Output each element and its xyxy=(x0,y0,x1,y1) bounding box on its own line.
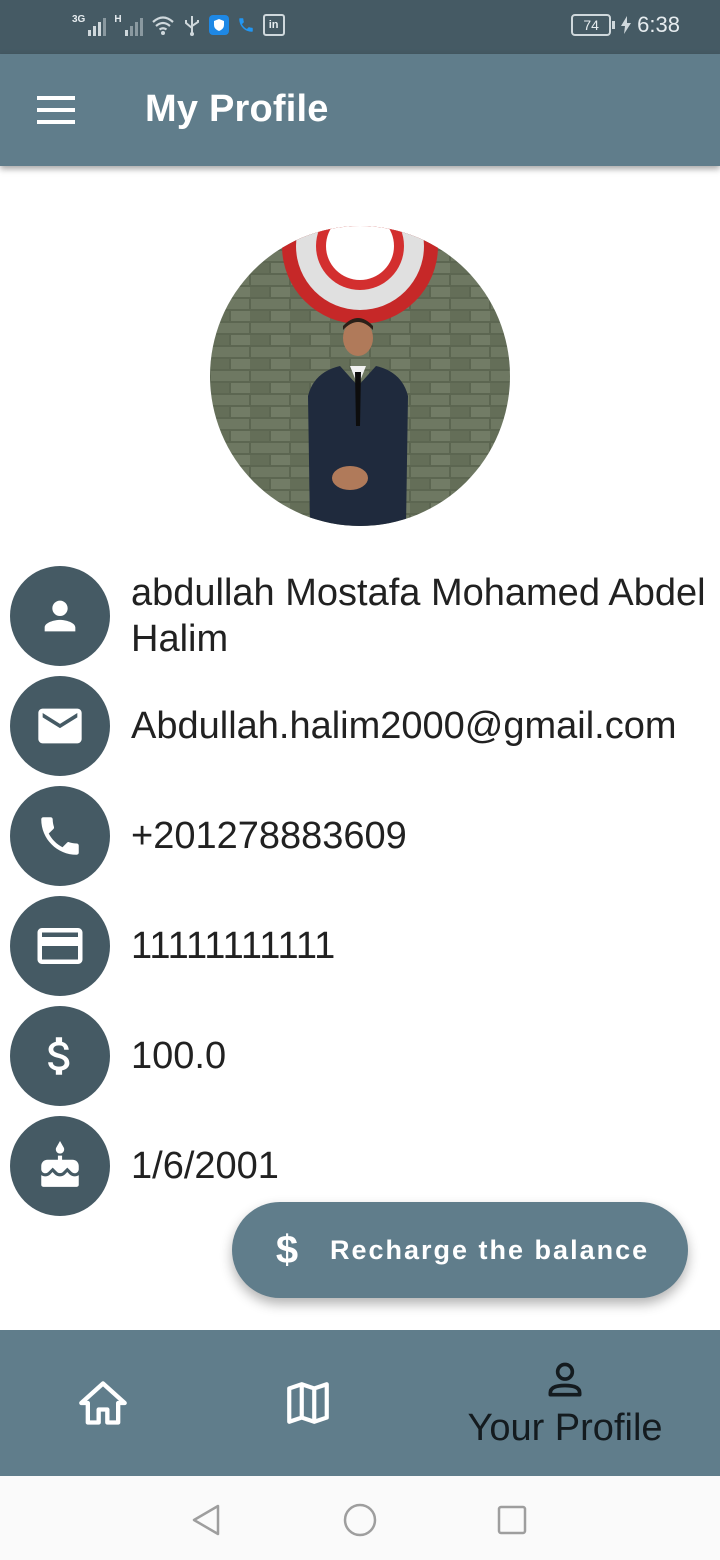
mail-icon xyxy=(38,708,82,744)
cake-icon xyxy=(41,1141,79,1187)
email-icon-circle xyxy=(10,676,110,776)
battery-level: 74 xyxy=(571,14,612,36)
info-row-birthday: 1/6/2001 xyxy=(10,1116,720,1216)
user-balance: 100.0 xyxy=(131,1035,227,1077)
user-email: Abdullah.halim2000@gmail.com xyxy=(131,705,677,747)
recharge-balance-label: Recharge the balance xyxy=(330,1234,650,1265)
balance-icon-circle xyxy=(10,1006,110,1106)
profile-avatar xyxy=(210,226,510,526)
person-icon xyxy=(44,600,76,632)
status-time: 6:38 xyxy=(637,12,680,37)
system-home-button[interactable] xyxy=(340,1500,380,1540)
birthday-icon-circle xyxy=(10,1116,110,1216)
user-birthdate: 1/6/2001 xyxy=(131,1145,279,1187)
nav-item-profile[interactable]: Your Profile xyxy=(455,1330,675,1476)
menu-icon xyxy=(37,96,75,124)
charging-bolt-icon xyxy=(621,16,632,34)
map-icon xyxy=(287,1382,329,1424)
call-app-icon xyxy=(238,18,253,32)
credit-card-icon xyxy=(37,928,83,964)
system-navigation-bar xyxy=(0,1476,720,1560)
dollar-sign-icon: $ xyxy=(275,1227,299,1272)
user-name: abdullah Mostafa Mohamed Abdel Halim xyxy=(131,572,706,660)
home-icon xyxy=(79,1381,127,1425)
name-icon-circle xyxy=(10,566,110,666)
app-bar: My Profile xyxy=(0,54,720,166)
profile-photo xyxy=(210,226,510,526)
linkedin-icon: in xyxy=(262,14,285,36)
wifi-icon xyxy=(151,16,174,35)
status-icons-right: 74 6:38 xyxy=(571,12,680,38)
cell-signal-2-icon: H xyxy=(114,14,143,36)
system-recents-button[interactable] xyxy=(492,1500,532,1540)
recents-square-icon xyxy=(497,1505,527,1535)
user-phone: +201278883609 xyxy=(131,815,407,857)
home-circle-icon xyxy=(343,1503,377,1537)
phone-icon xyxy=(41,817,79,855)
info-row-email: Abdullah.halim2000@gmail.com xyxy=(10,676,720,776)
info-row-balance: 100.0 xyxy=(10,1006,720,1106)
dollar-icon xyxy=(48,1037,70,1075)
page-title: My Profile xyxy=(145,88,329,130)
status-icons-left: 3G H in xyxy=(72,14,285,36)
card-icon-circle xyxy=(10,896,110,996)
back-triangle-icon xyxy=(192,1504,220,1536)
nav-profile-label: Your Profile xyxy=(467,1407,663,1449)
nav-item-map[interactable] xyxy=(248,1330,368,1476)
status-bar: 3G H in 74 6:38 xyxy=(0,0,720,54)
usb-icon xyxy=(184,16,199,36)
phone-icon-circle xyxy=(10,786,110,886)
cell-signal-icon: 3G xyxy=(72,14,107,36)
person-outline-icon xyxy=(548,1362,582,1397)
shield-app-icon xyxy=(208,15,229,35)
info-row-name: abdullah Mostafa Mohamed Abdel Halim xyxy=(10,566,720,666)
nav-item-home[interactable] xyxy=(43,1330,163,1476)
system-back-button[interactable] xyxy=(186,1500,226,1540)
recharge-balance-button[interactable]: $ Recharge the balance xyxy=(232,1202,688,1298)
bottom-navigation: Your Profile xyxy=(0,1330,720,1476)
battery-icon: 74 xyxy=(571,14,616,36)
info-row-card: 11111111111 xyxy=(10,896,720,996)
info-row-phone: +201278883609 xyxy=(10,786,720,886)
user-card-number: 11111111111 xyxy=(131,925,336,967)
menu-button[interactable] xyxy=(22,84,90,136)
